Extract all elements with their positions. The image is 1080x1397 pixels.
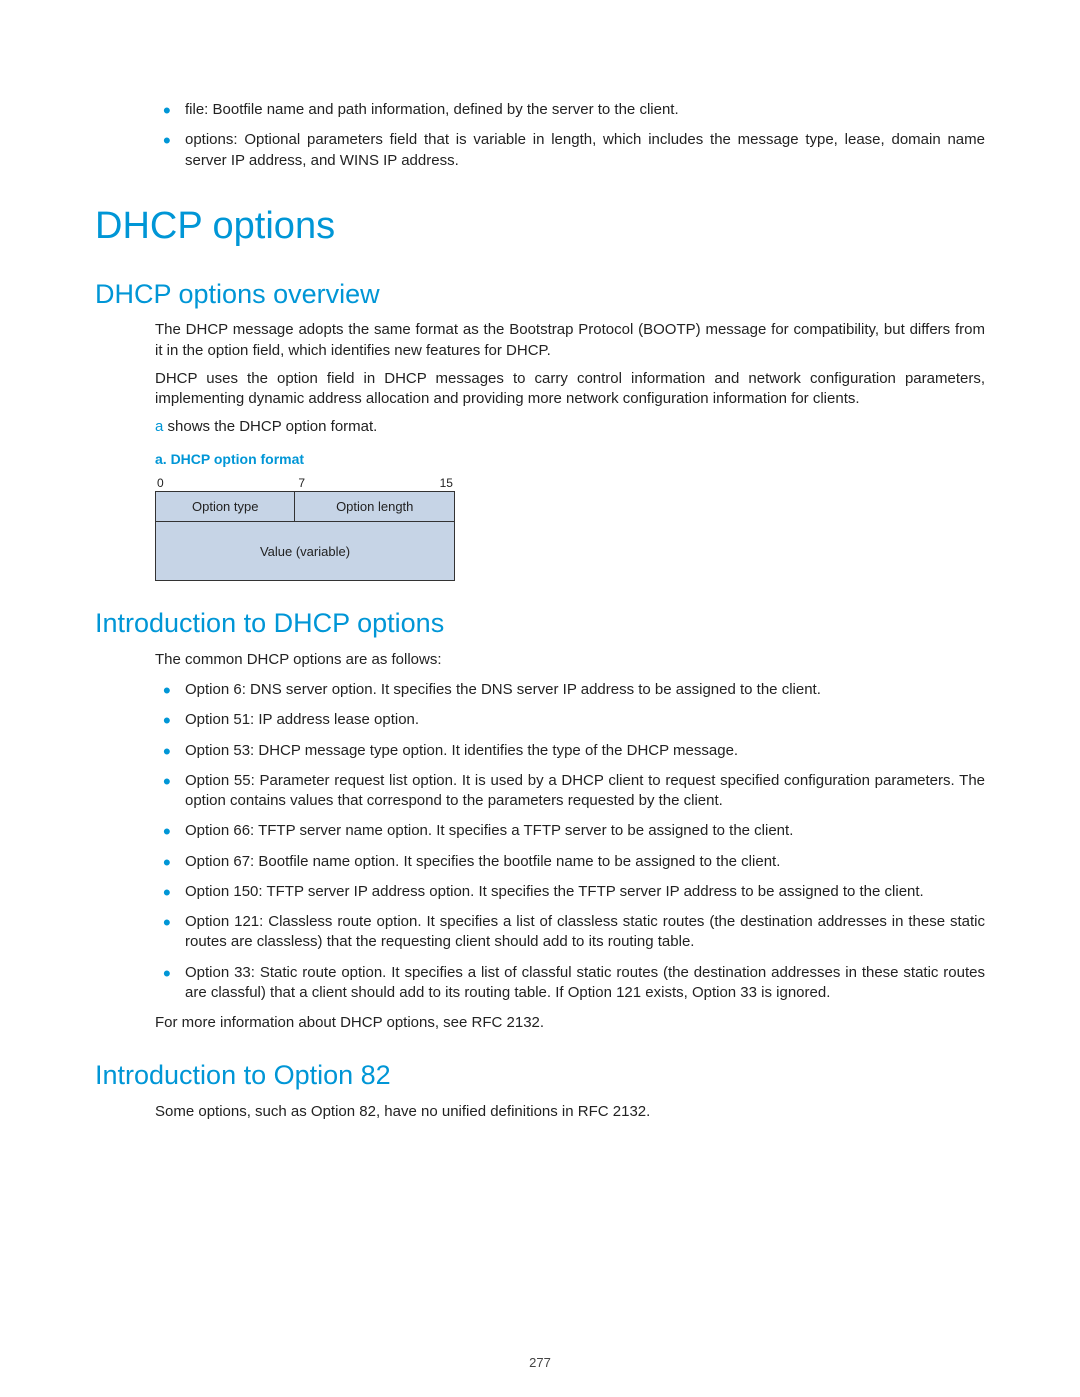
ruler-15: 15	[440, 475, 453, 491]
option-82-body: Some options, such as Option 82, have no…	[155, 1102, 985, 1122]
page: file: Bootfile name and path information…	[0, 0, 1080, 1397]
heading-dhcp-options: DHCP options	[95, 201, 985, 252]
paragraph: The common DHCP options are as follows:	[155, 650, 985, 670]
cell-option-length: Option length	[295, 491, 455, 522]
paragraph: The DHCP message adopts the same format …	[155, 320, 985, 361]
paragraph: Some options, such as Option 82, have no…	[155, 1102, 985, 1122]
paragraph: DHCP uses the option field in DHCP messa…	[155, 369, 985, 410]
top-bullets: file: Bootfile name and path information…	[155, 100, 985, 171]
list-item: Option 67: Bootfile name option. It spec…	[155, 852, 985, 872]
ruler-7: 7	[298, 475, 305, 491]
list-item: file: Bootfile name and path information…	[155, 100, 985, 120]
list-item: Option 121: Classless route option. It s…	[155, 912, 985, 953]
list-item: Option 51: IP address lease option.	[155, 710, 985, 730]
list-item: options: Optional parameters field that …	[155, 130, 985, 171]
paragraph: For more information about DHCP options,…	[155, 1013, 985, 1033]
paragraph-text: shows the DHCP option format.	[163, 418, 377, 435]
ruler-0: 0	[157, 475, 164, 491]
heading-option-82: Introduction to Option 82	[95, 1057, 985, 1093]
list-item: Option 33: Static route option. It speci…	[155, 963, 985, 1004]
intro-options-body: The common DHCP options are as follows: …	[155, 650, 985, 1034]
list-item: Option 53: DHCP message type option. It …	[155, 741, 985, 761]
heading-intro-options: Introduction to DHCP options	[95, 605, 985, 641]
cell-option-type: Option type	[156, 491, 295, 522]
diagram-table: Option type Option length Value (variabl…	[155, 491, 455, 582]
top-bullet-block: file: Bootfile name and path information…	[155, 100, 985, 171]
heading-overview: DHCP options overview	[95, 276, 985, 312]
options-list: Option 6: DNS server option. It specifie…	[155, 680, 985, 1003]
overview-body: The DHCP message adopts the same format …	[155, 320, 985, 437]
list-item: Option 66: TFTP server name option. It s…	[155, 821, 985, 841]
list-item: Option 55: Parameter request list option…	[155, 771, 985, 812]
diagram-ruler: 0 7 15	[155, 475, 455, 491]
cell-value: Value (variable)	[156, 522, 455, 581]
paragraph: a shows the DHCP option format.	[155, 417, 985, 437]
list-item: Option 150: TFTP server IP address optio…	[155, 882, 985, 902]
page-number: 277	[0, 1354, 1080, 1372]
list-item: Option 6: DNS server option. It specifie…	[155, 680, 985, 700]
diagram-caption: a. DHCP option format	[155, 450, 985, 469]
option-format-diagram: 0 7 15 Option type Option length Value (…	[155, 475, 455, 582]
